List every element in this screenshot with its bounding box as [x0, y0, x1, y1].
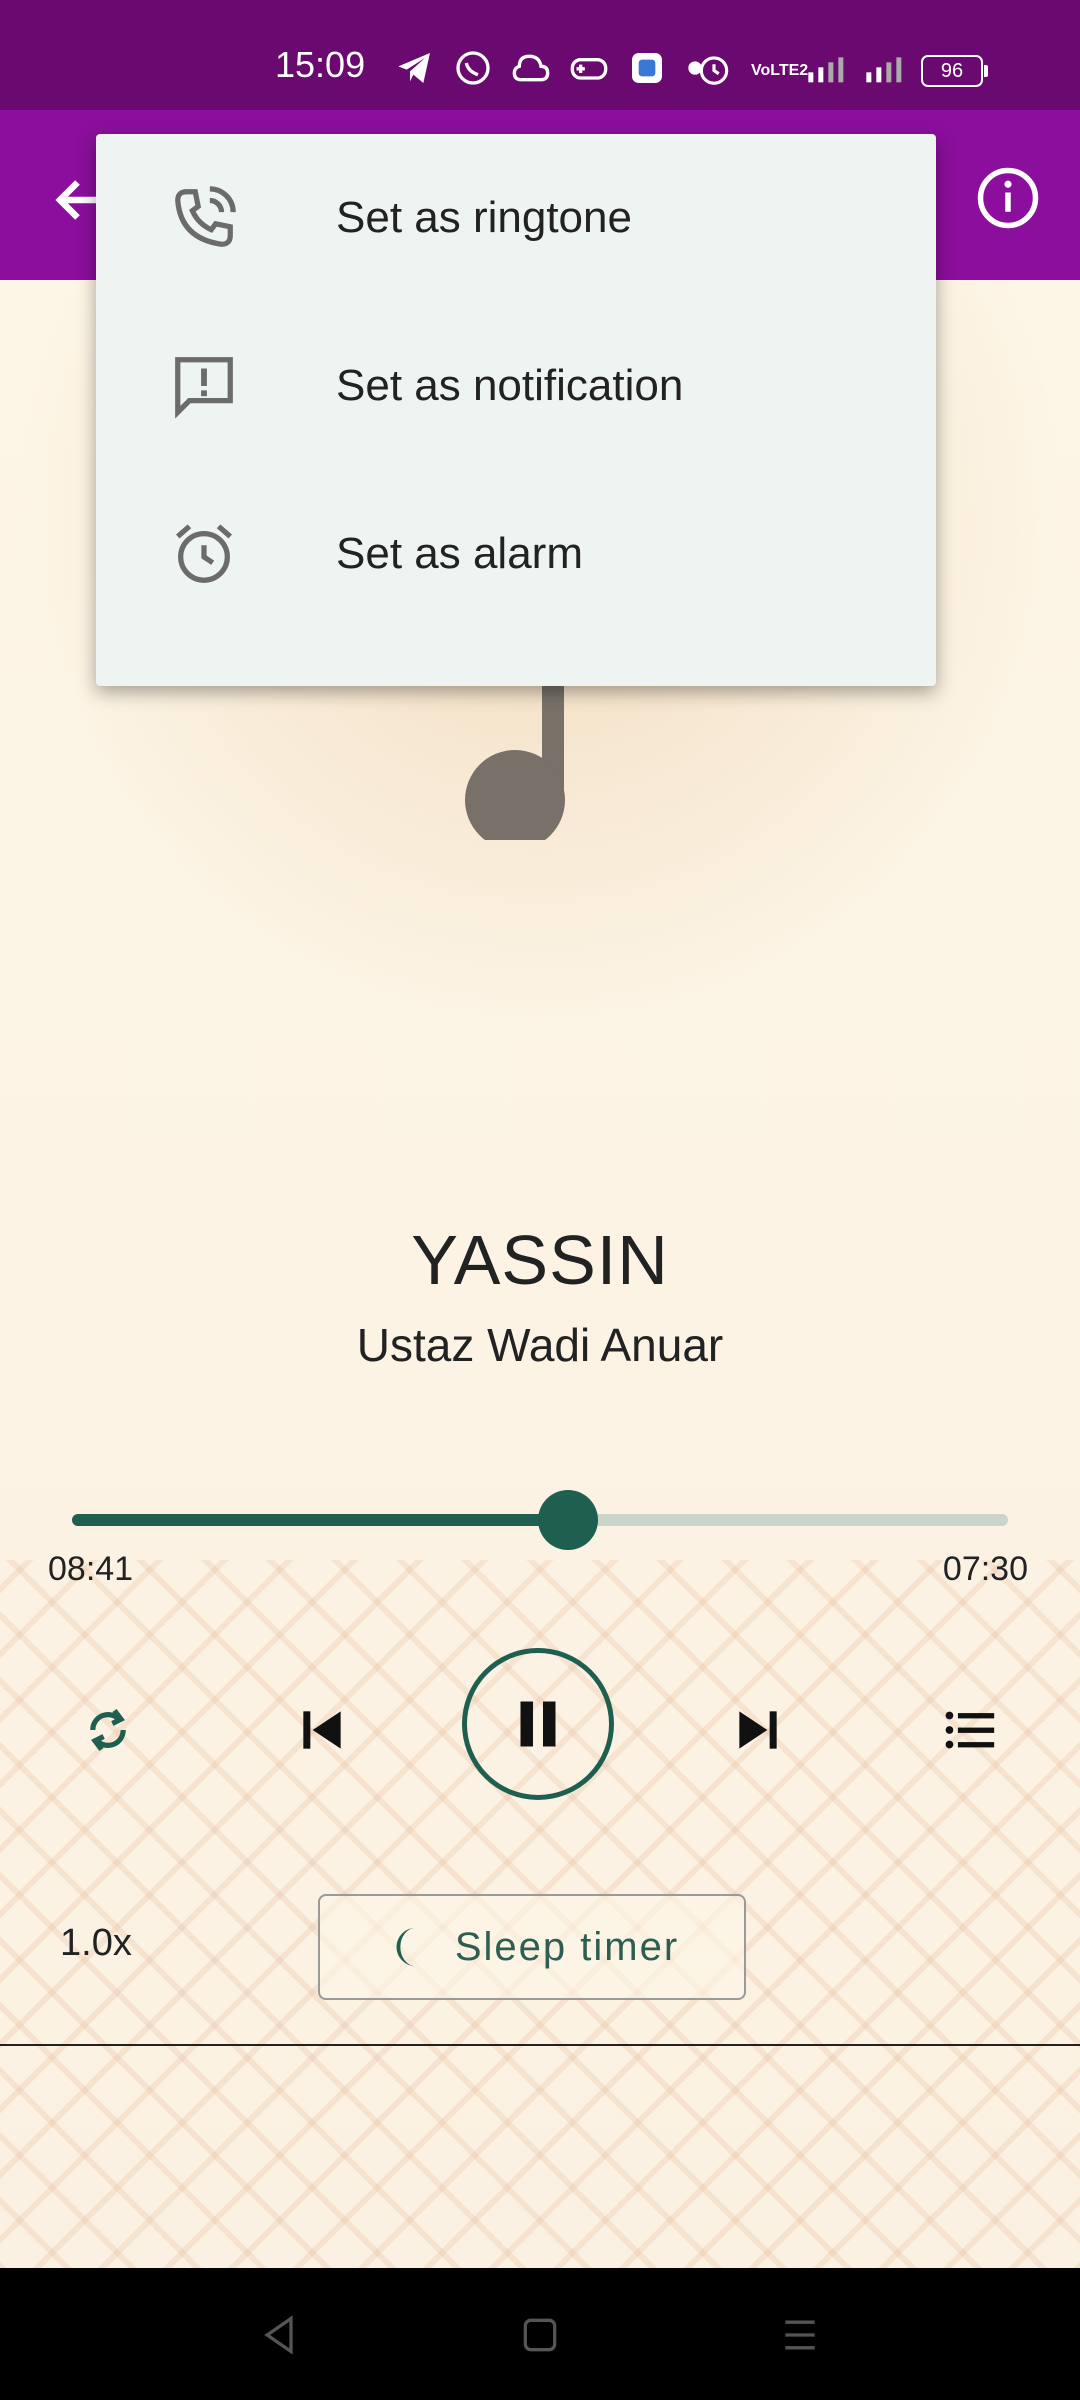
playlist-button[interactable] — [930, 1690, 1010, 1770]
menu-item-ringtone[interactable]: Set as ringtone — [96, 134, 936, 302]
pause-button[interactable] — [462, 1648, 614, 1800]
track-title: YASSIN — [411, 1221, 669, 1299]
nav-recents-button[interactable] — [765, 2300, 835, 2370]
divider — [0, 2044, 1080, 2046]
set-as-menu: Set as ringtone Set as notification Set … — [96, 134, 936, 686]
signal-2-icon — [863, 51, 903, 91]
playlist-icon — [945, 1711, 995, 1749]
nav-home-button[interactable] — [505, 2300, 575, 2370]
pause-icon — [520, 1701, 556, 1747]
alarm-status-icon — [695, 50, 733, 92]
status-time: 15:09 — [275, 44, 366, 85]
volte-icon: VoLTE2 — [751, 62, 809, 79]
previous-button[interactable] — [282, 1690, 362, 1770]
sleep-timer-button[interactable]: Sleep timer — [318, 1894, 746, 2000]
signal-1-icon — [805, 51, 845, 91]
whatsapp-icon — [453, 48, 493, 92]
track-artist: Ustaz Wadi Anuar — [356, 1319, 724, 1371]
info-button[interactable] — [968, 158, 1048, 238]
status-system-icons: VoLTE2 96 — [695, 50, 988, 92]
seek-bar-progress — [72, 1514, 569, 1526]
playback-speed[interactable]: 1.0x — [60, 1922, 132, 1965]
alarm-clock-icon — [156, 506, 252, 602]
sleep-timer-label: Sleep timer — [454, 1924, 680, 1969]
phone-ring-icon — [156, 170, 252, 266]
menu-item-notification[interactable]: Set as notification — [96, 302, 936, 470]
elapsed-time: 08:41 — [48, 1550, 134, 1588]
seek-bar-thumb[interactable] — [538, 1490, 599, 1550]
menu-item-label: Set as ringtone — [336, 193, 632, 242]
cloud-app-icon — [511, 48, 551, 92]
music-note-icon — [465, 680, 565, 840]
info-icon — [977, 167, 1039, 229]
nav-back-button[interactable] — [245, 2300, 315, 2370]
nav-home-icon — [523, 2318, 557, 2352]
battery-icon: 96 — [921, 55, 988, 87]
repeat-icon — [90, 1708, 126, 1752]
menu-item-label: Set as alarm — [336, 529, 583, 578]
status-notification-icons — [395, 48, 705, 92]
nav-menu-icon — [785, 2320, 815, 2350]
notification-message-icon — [156, 338, 252, 434]
total-time: 07:30 — [942, 1550, 1028, 1588]
gamepad-icon — [569, 48, 609, 92]
next-button[interactable] — [718, 1690, 798, 1770]
skip-next-icon — [739, 1711, 777, 1749]
moon-icon — [396, 1927, 416, 1967]
nav-back-icon — [264, 2315, 293, 2355]
menu-item-alarm[interactable]: Set as alarm — [96, 470, 936, 638]
repeat-button[interactable] — [68, 1690, 148, 1770]
telegram-icon — [395, 48, 435, 92]
app-icon — [627, 48, 667, 92]
skip-previous-icon — [303, 1711, 341, 1749]
menu-item-label: Set as notification — [336, 361, 684, 410]
